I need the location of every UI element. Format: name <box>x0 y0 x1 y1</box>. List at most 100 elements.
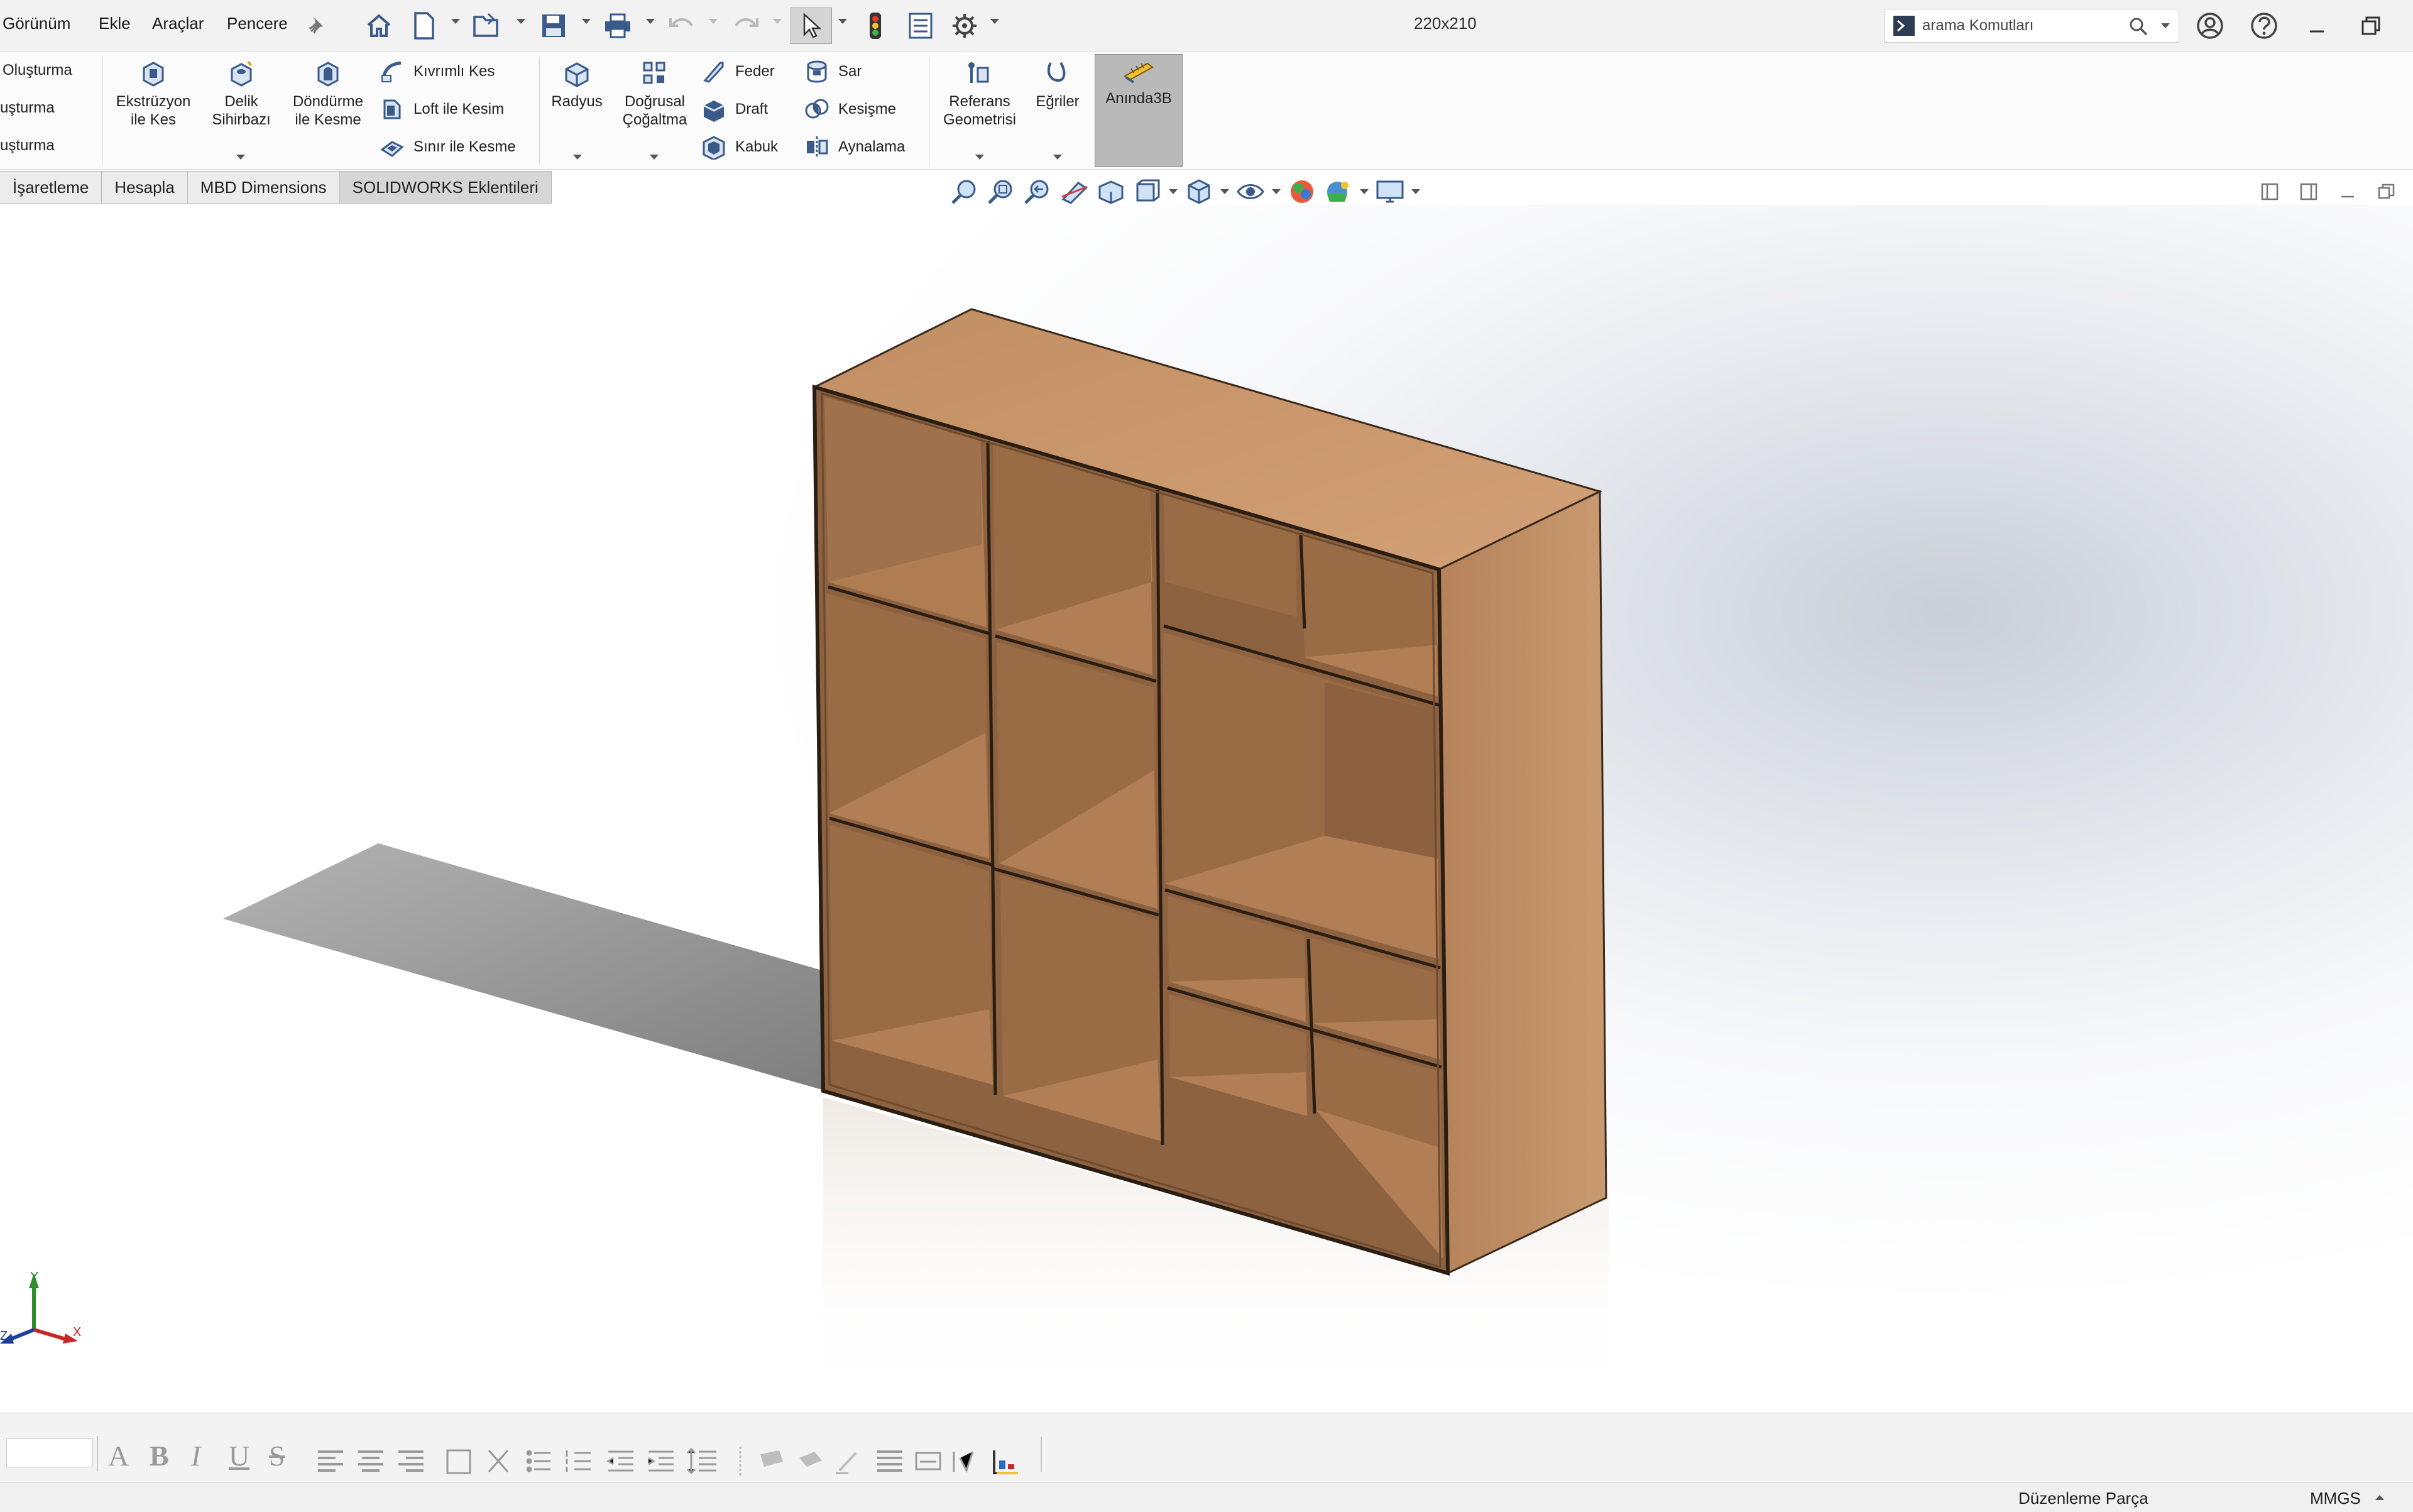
numbering-icon <box>566 1450 591 1472</box>
chevron-down-icon[interactable] <box>709 19 718 24</box>
ribbon-partial-item[interactable]: uşturma <box>0 137 55 155</box>
font-icon[interactable]: A <box>108 1439 129 1472</box>
chevron-down-icon[interactable] <box>1169 189 1178 194</box>
shell-button[interactable]: Kabuk <box>701 134 778 160</box>
ribbon-partial-item[interactable]: Oluşturma <box>3 62 72 79</box>
restore-window-icon[interactable] <box>2353 8 2389 44</box>
chevron-down-icon[interactable] <box>2161 23 2170 28</box>
underline-icon[interactable]: U <box>229 1439 249 1472</box>
menu-araclar[interactable]: Araçlar <box>152 14 204 33</box>
ribbon-partial-item[interactable]: uşturma <box>0 99 55 117</box>
chevron-down-icon[interactable] <box>773 19 782 24</box>
section-view-icon[interactable] <box>1059 178 1090 205</box>
surface-finish-icon <box>953 1451 974 1473</box>
user-account-icon[interactable] <box>2192 8 2228 44</box>
select-cursor-icon[interactable] <box>791 8 832 44</box>
chevron-down-icon[interactable] <box>975 155 984 160</box>
chevron-up-icon[interactable] <box>2375 1495 2384 1500</box>
draft-button[interactable]: Draft <box>701 97 768 122</box>
boundary-cut-button[interactable]: Sınır ile Kesme <box>380 134 516 160</box>
triad-label-y: Y <box>30 1270 38 1284</box>
extruded-cut-button[interactable]: Ekstrüzyon ile Kes <box>108 59 199 129</box>
revolved-cut-button[interactable]: Döndürme ile Kesme <box>284 59 372 129</box>
chevron-down-icon[interactable] <box>1053 155 1062 160</box>
lofted-cut-button[interactable]: Loft ile Kesim <box>380 97 504 122</box>
chevron-down-icon[interactable] <box>990 19 999 24</box>
tab-solidworks-eklentileri[interactable]: SOLIDWORKS Eklentileri <box>339 171 552 204</box>
view-orientation-icon[interactable] <box>1132 178 1163 205</box>
save-icon[interactable] <box>535 8 572 44</box>
curves-button[interactable]: Eğriler <box>1028 59 1087 160</box>
table-icon <box>446 1449 471 1474</box>
search-icon[interactable] <box>2128 16 2148 36</box>
chevron-down-icon[interactable] <box>517 19 525 24</box>
chevron-down-icon[interactable] <box>646 19 655 24</box>
chevron-down-icon[interactable] <box>1220 189 1229 194</box>
apply-scene-icon[interactable] <box>1323 178 1354 205</box>
align-left-icon <box>318 1450 343 1472</box>
pin-icon[interactable] <box>298 8 334 44</box>
gear-icon[interactable] <box>946 8 983 44</box>
align-center-icon <box>358 1450 383 1472</box>
fillet-button[interactable]: Radyus <box>544 59 610 160</box>
viewport-minimize-icon[interactable] <box>2338 182 2358 202</box>
hide-show-items-icon[interactable] <box>1235 178 1266 205</box>
chevron-down-icon[interactable] <box>236 155 245 160</box>
menu-ekle[interactable]: Ekle <box>99 14 131 33</box>
home-icon[interactable] <box>361 8 397 44</box>
tab-hesapla[interactable]: Hesapla <box>102 171 188 204</box>
menu-pencere[interactable]: Pencere <box>227 14 288 33</box>
curves-label: Eğriler <box>1036 93 1080 110</box>
strikethrough-icon[interactable]: S <box>269 1439 285 1472</box>
chevron-down-icon[interactable] <box>1360 189 1369 194</box>
help-icon[interactable] <box>2246 8 2282 44</box>
minimize-icon[interactable] <box>2299 8 2335 44</box>
bold-icon[interactable]: B <box>150 1439 169 1472</box>
search-input[interactable]: arama Komutları <box>1884 9 2179 43</box>
menu-gorunum[interactable]: Görünüm <box>3 14 70 33</box>
reference-geometry-button[interactable]: Referans Geometrisi <box>933 59 1027 160</box>
swept-cut-label: Kıvrımlı Kes <box>413 63 495 80</box>
edit-appearance-icon[interactable] <box>1287 178 1317 205</box>
redo-icon[interactable] <box>728 8 764 44</box>
chevron-down-icon[interactable] <box>1411 189 1420 194</box>
viewport-restore-icon[interactable] <box>2377 182 2397 202</box>
chevron-down-icon[interactable] <box>838 19 847 24</box>
font-size-field[interactable] <box>6 1438 93 1467</box>
instant3d-button[interactable]: Anında3B <box>1095 54 1183 167</box>
tile-left-icon[interactable] <box>2260 182 2280 202</box>
zoom-to-fit-icon[interactable] <box>950 178 980 205</box>
undo-icon[interactable] <box>664 8 700 44</box>
viewport-window-controls <box>2260 176 2397 207</box>
tab-mbd-dimensions[interactable]: MBD Dimensions <box>187 171 340 204</box>
rib-button[interactable]: Feder <box>701 59 775 84</box>
rebuild-traffic-light-icon[interactable] <box>857 8 894 44</box>
tab-isaretleme[interactable]: İşaretleme <box>0 171 102 204</box>
file-properties-icon[interactable] <box>902 8 939 44</box>
status-units[interactable]: MMGS <box>2310 1489 2361 1508</box>
view-settings-icon[interactable] <box>1375 178 1405 205</box>
previous-view-icon[interactable] <box>1023 178 1053 205</box>
print-icon[interactable] <box>599 8 636 44</box>
italic-icon[interactable]: I <box>191 1439 200 1472</box>
linear-pattern-button[interactable]: Doğrusal Çoğaltma <box>611 59 699 160</box>
chevron-down-icon[interactable] <box>451 19 460 24</box>
zoom-to-area-icon[interactable] <box>987 178 1017 205</box>
model-view: Y X Z <box>0 308 1609 1411</box>
rib-label: Feder <box>735 63 775 80</box>
new-document-icon[interactable] <box>406 8 442 44</box>
intersect-button[interactable]: Kesişme <box>804 97 896 122</box>
dynamic-annotation-views-icon[interactable] <box>1096 178 1126 205</box>
open-folder-icon[interactable] <box>469 8 505 44</box>
tile-right-icon[interactable] <box>2299 182 2319 202</box>
chevron-down-icon[interactable] <box>582 19 591 24</box>
graphics-area[interactable]: Y X Z <box>0 205 2413 1411</box>
hole-wizard-button[interactable]: Delik Sihirbazı <box>200 59 283 160</box>
chevron-down-icon[interactable] <box>573 155 582 160</box>
swept-cut-button[interactable]: Kıvrımlı Kes <box>380 59 495 84</box>
chevron-down-icon[interactable] <box>650 155 659 160</box>
display-style-icon[interactable] <box>1184 178 1214 205</box>
wrap-button[interactable]: Sar <box>804 59 862 84</box>
mirror-button[interactable]: Aynalama <box>804 134 905 160</box>
chevron-down-icon[interactable] <box>1272 189 1281 194</box>
